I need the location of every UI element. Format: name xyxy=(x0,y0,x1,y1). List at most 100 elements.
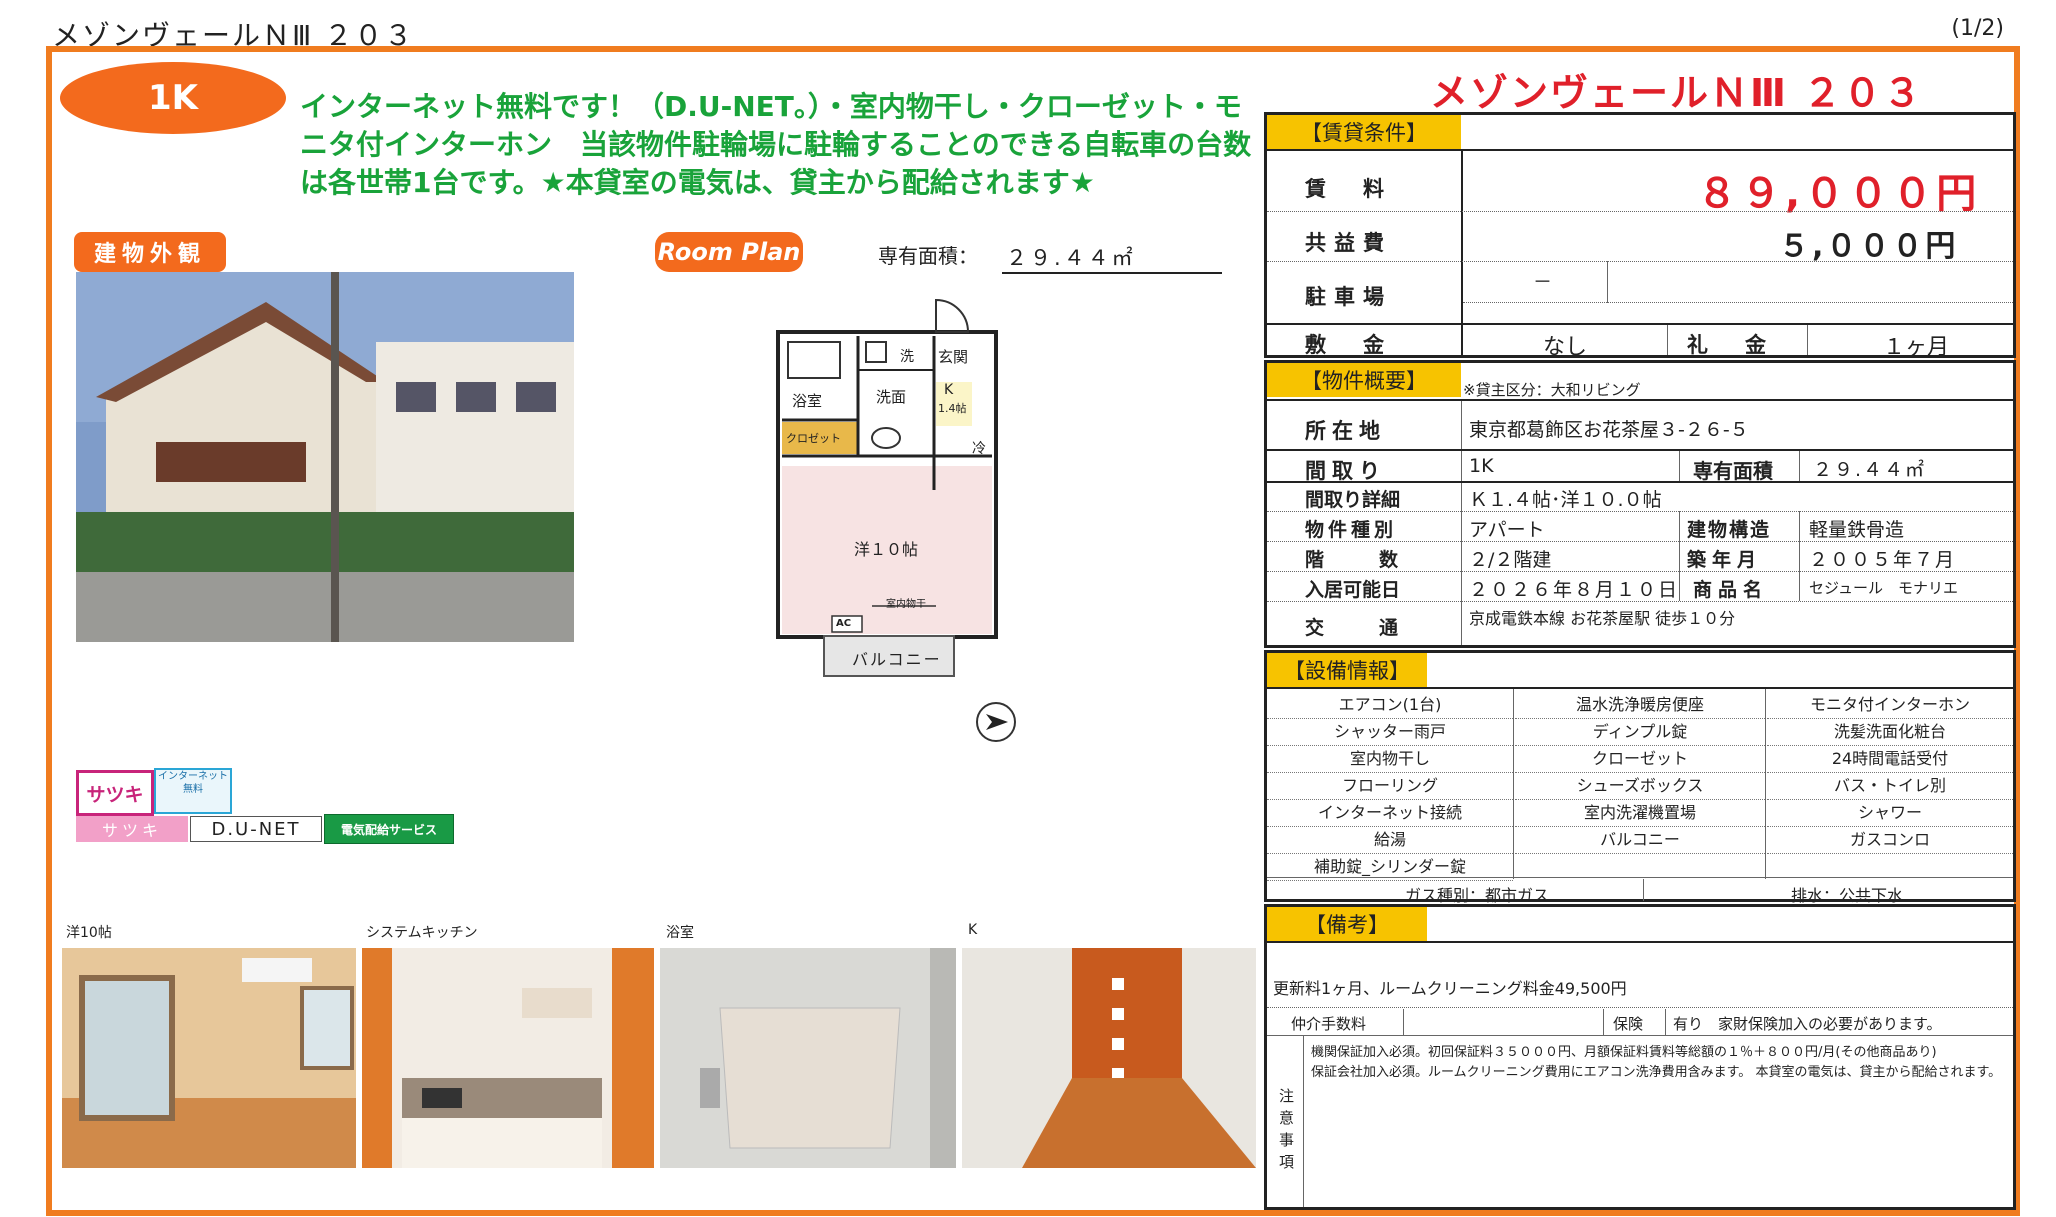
property-type-value: アパート xyxy=(1469,519,1545,541)
electric-service-bar: 電気配給サービス xyxy=(324,814,454,844)
satsuki-bar: サツキ xyxy=(76,816,188,842)
rent-header: 【賃貸条件】 xyxy=(1267,115,1461,149)
deposit-label: 敷 金 xyxy=(1305,333,1392,357)
deposit-value: なし xyxy=(1543,335,1588,360)
plan-balcony-label: バルコニー xyxy=(852,650,942,669)
notes-header: 【備考】 xyxy=(1267,907,1427,941)
area-label: 専有面積： xyxy=(878,244,978,268)
common-fee-value: ５,０００円 xyxy=(1779,229,1959,264)
rent-label: 賃 料 xyxy=(1305,177,1392,201)
plan-drying-label: 室内物干 xyxy=(886,599,926,610)
structure-label: 建物構造 xyxy=(1687,519,1772,541)
photo-entrance xyxy=(962,948,1256,1168)
caution-line-2: 保証会社加入必須。ルームクリーニング費用にエアコン洗浄費用含みます。 本貸室の電… xyxy=(1311,1065,2002,1080)
equipment-item: クローゼット xyxy=(1515,745,1765,773)
equipment-item: ガスコンロ xyxy=(1767,826,2013,854)
insurance-label: 保険 xyxy=(1613,1015,1644,1033)
area-value: ２９.４４㎡ xyxy=(1002,242,1222,274)
floor-value: ２/２階建 xyxy=(1469,549,1552,571)
plan-kitchen-label: K xyxy=(944,382,954,398)
photo-caption-room: 洋10帖 xyxy=(66,925,112,941)
common-fee-label: 共益費 xyxy=(1305,231,1392,255)
equipment-item: ディンプル錠 xyxy=(1515,718,1765,746)
equipment-item: 温水洗浄暖房便座 xyxy=(1515,691,1765,719)
equipment-item: バルコニー xyxy=(1515,826,1765,854)
outline-header: 【物件概要】 xyxy=(1267,363,1461,397)
exterior-tag: 建物外観 xyxy=(74,232,226,272)
compass-icon xyxy=(976,702,1016,742)
equipment-item: モニタ付インターホン xyxy=(1767,691,2013,719)
layout-detail-label: 間取り詳細 xyxy=(1305,489,1401,511)
product-value: セジュール モナリエ xyxy=(1809,579,1958,597)
address-value: 東京都葛飾区お花茶屋３-２６-５ xyxy=(1469,419,1749,441)
equipment-item: エアコン(1台) xyxy=(1267,691,1513,719)
photo-bath xyxy=(660,948,956,1168)
photo-caption-bath: 浴室 xyxy=(666,925,694,941)
satsuki-logo: サツキ xyxy=(76,770,154,816)
layout-value: 1K xyxy=(1469,455,1494,477)
gas-type: ガス種別：都市ガス xyxy=(1404,886,1549,905)
notes-text: 更新料1ヶ月、ルームクリーニング料金49,500円 xyxy=(1273,979,1627,998)
equipment-item: 24時間電話受付 xyxy=(1767,745,2013,773)
access-label: 交 通 xyxy=(1305,617,1417,639)
broker-fee-label: 仲介手数料 xyxy=(1291,1015,1367,1033)
equipment-item: 室内物干し xyxy=(1267,745,1513,773)
equipment-item: インターネット接続 xyxy=(1267,799,1513,827)
plan-closet-label: クロゼット xyxy=(786,432,841,445)
caution-label: 注意事項 xyxy=(1279,1087,1295,1171)
structure-value: 軽量鉄骨造 xyxy=(1809,519,1905,541)
equipment-item xyxy=(1767,853,2013,854)
floor-label: 階 数 xyxy=(1305,549,1417,571)
owner-note: ※貸主区分：大和リビング xyxy=(1463,381,1641,399)
plan-ac-label: AC xyxy=(836,618,852,629)
plan-entrance-label: 玄関 xyxy=(938,348,969,366)
property-type-label: 物件種別 xyxy=(1305,519,1398,541)
plan-fridge-label: 冷 xyxy=(972,441,986,457)
property-name: メゾンヴェールＮⅢ ２０３ xyxy=(1430,71,1924,115)
area-row-value: ２９.４４㎡ xyxy=(1813,459,1927,481)
equipment-box: 【設備情報】 エアコン(1台) 温水洗浄暖房便座 モニタ付インターホン シャッター雨戸… xyxy=(1264,650,2016,905)
exterior-photo xyxy=(76,272,574,642)
notes-box: 【備考】 更新料1ヶ月、ルームクリーニング料金49,500円 仲介手数料 保険 … xyxy=(1264,904,2016,1210)
rent-conditions-box: 【賃貸条件】 賃 料 ８９,０００円 共益費 ５,０００円 駐車場 － 敷 金 … xyxy=(1264,112,2016,360)
property-outline-box: 【物件概要】 ※貸主区分：大和リビング 所在地 東京都葛飾区お花茶屋３-２６-５… xyxy=(1264,360,2016,648)
plan-bath-label: 浴室 xyxy=(792,392,823,410)
area-row-label: 専有面積 xyxy=(1693,459,1773,483)
equipment-item: シャワー xyxy=(1767,799,2013,827)
layout-detail-value: Ｋ１.４帖･洋１０.０帖 xyxy=(1469,489,1662,511)
room-plan-tag: Room Plan xyxy=(655,232,803,272)
drainage-type: 排水：公共下水 xyxy=(1790,886,1903,905)
access-value: 京成電鉄本線 お花茶屋駅 徒歩１０分 xyxy=(1469,609,1736,628)
layout-badge: 1K xyxy=(60,62,286,134)
plan-wash-label: 洗面 xyxy=(876,388,907,406)
parking-value: － xyxy=(1533,271,1553,293)
equipment-item: シャッター雨戸 xyxy=(1267,718,1513,746)
equipment-item: シューズボックス xyxy=(1515,772,1765,800)
photo-kitchen xyxy=(362,948,654,1168)
parking-label: 駐車場 xyxy=(1305,285,1392,309)
photo-caption-kitchen: システムキッチン xyxy=(366,925,478,941)
key-money-label: 礼 金 xyxy=(1687,333,1774,357)
equipment-item xyxy=(1515,853,1765,854)
plan-room-label: 洋１０帖 xyxy=(854,540,919,559)
plan-washer-label: 洗 xyxy=(900,349,914,365)
equipment-item: バス・トイレ別 xyxy=(1767,772,2013,800)
photo-room xyxy=(62,948,356,1168)
move-in-value: ２０２６年８月１０日 xyxy=(1469,579,1680,601)
equipment-item: フローリング xyxy=(1267,772,1513,800)
headline-text: インターネット無料です！（D.U-NET。）・室内物干し・クローゼット・モニタ付… xyxy=(300,90,1252,199)
equipment-item: 室内洗濯機置場 xyxy=(1515,799,1765,827)
plan-kitchen-size: 1.4帖 xyxy=(938,402,967,415)
move-in-label: 入居可能日 xyxy=(1305,579,1401,601)
equipment-item: 給湯 xyxy=(1267,826,1513,854)
internet-free-badge: インターネット無料 xyxy=(154,768,232,814)
address-label: 所在地 xyxy=(1305,419,1386,443)
built-label: 築年月 xyxy=(1687,549,1763,571)
floor-plan: 浴室 洗面 洗 玄関 K 1.4帖 クロゼット 冷 洋１０帖 室内物干 AC バ… xyxy=(776,290,1016,680)
insurance-value: 有り 家財保険加入の必要があります。 xyxy=(1673,1015,1942,1033)
key-money-value: １ヶ月 xyxy=(1883,335,1950,360)
caution-line-1: 機関保証加入必須。初回保証料３５０００円、月額保証料賃料等総額の１％＋８００円/… xyxy=(1311,1045,1937,1060)
page-number: (1/2) xyxy=(1951,16,2004,41)
equipment-item: 洗髪洗面化粧台 xyxy=(1767,718,2013,746)
photo-caption-k: K xyxy=(968,922,978,938)
